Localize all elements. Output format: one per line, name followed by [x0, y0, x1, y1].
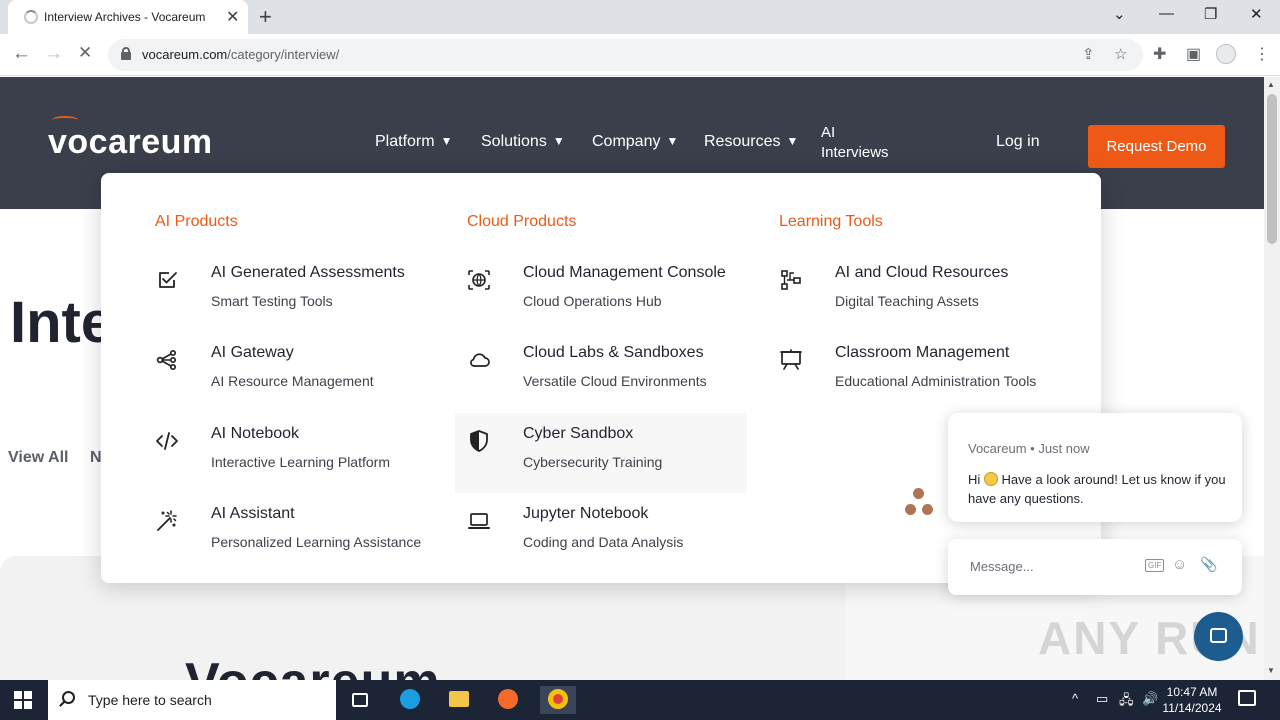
- page-title: Inte: [10, 290, 114, 355]
- card-logo-image: Vocareum: [185, 652, 441, 680]
- checkbox-icon: [159, 272, 177, 288]
- search-icon: [62, 691, 75, 704]
- browser-tab[interactable]: Interview Archives - Vocareum ✕: [8, 0, 248, 34]
- chevron-down-icon: ▼: [552, 134, 565, 148]
- chrome-icon[interactable]: [540, 686, 576, 714]
- menu-item-ai-notebook[interactable]: AI Notebook Interactive Learning Platfor…: [155, 421, 447, 501]
- menu-item-cloud-labs-sandboxes[interactable]: Cloud Labs & Sandboxes Versatile Cloud E…: [467, 340, 759, 420]
- side-panel-icon[interactable]: ▣: [1186, 44, 1201, 64]
- windows-taskbar: Type here to search ^ ▭ 🖧 🔊 10:47 AM 11/…: [0, 680, 1280, 720]
- volume-icon[interactable]: 🔊: [1142, 691, 1158, 707]
- menu-item-jupyter-notebook[interactable]: Jupyter Notebook Coding and Data Analysi…: [467, 501, 759, 581]
- nav-ai-interviews[interactable]: AI Interviews: [821, 123, 901, 163]
- power-icon[interactable]: ▭: [1096, 691, 1108, 707]
- address-bar[interactable]: vocareum.com/category/interview/ ⇪ ☆: [108, 39, 1143, 71]
- column-heading-learning-tools: Learning Tools: [779, 213, 883, 230]
- menu-item-cloud-management-console[interactable]: Cloud Management Console Cloud Operation…: [467, 260, 759, 340]
- avatar: [920, 502, 935, 517]
- edge-browser-icon[interactable]: [392, 686, 428, 714]
- windows-start-icon[interactable]: [14, 691, 32, 709]
- nav-platform[interactable]: Platform ▼: [375, 133, 452, 151]
- platform-mega-menu: AI Products AI Generated Assessments Sma…: [101, 173, 1101, 583]
- loading-spinner-icon: [24, 10, 38, 24]
- avatar: [903, 502, 918, 517]
- filter-view-all[interactable]: View All: [8, 449, 68, 467]
- scroll-down-icon[interactable]: ▼: [1267, 666, 1275, 675]
- minimize-button[interactable]: —: [1159, 5, 1174, 22]
- taskbar-clock[interactable]: 10:47 AM 11/14/2024: [1160, 684, 1224, 716]
- lock-icon[interactable]: [121, 47, 131, 60]
- network-globe-icon: [468, 270, 490, 290]
- chat-message-bubble[interactable]: Vocareum • Just now Hi Have a look aroun…: [948, 413, 1242, 522]
- webpage: vocareum Platform ▼ Solutions ▼ Company ▼ R…: [0, 77, 1264, 680]
- column-heading-ai-products: AI Products: [155, 213, 238, 230]
- forward-button[interactable]: →: [44, 43, 63, 65]
- chevron-down-icon: ▼: [440, 134, 453, 148]
- profile-avatar-icon[interactable]: [1216, 44, 1236, 64]
- tray-chevron-icon[interactable]: ^: [1072, 691, 1078, 706]
- nav-resources[interactable]: Resources ▼: [704, 133, 798, 151]
- avatar: [911, 486, 926, 501]
- presentation-board-icon: [780, 349, 802, 370]
- browser-toolbar: ← → ✕ vocareum.com/category/interview/ ⇪…: [0, 34, 1280, 76]
- close-window-button[interactable]: ✕: [1250, 5, 1263, 23]
- network-icon[interactable]: 🖧: [1119, 691, 1134, 713]
- resources-icon: [781, 270, 801, 290]
- tab-title: Interview Archives - Vocareum: [44, 10, 206, 24]
- chat-meta: Vocareum • Just now: [968, 441, 1090, 456]
- chat-input-placeholder: Message...: [970, 559, 1034, 574]
- shield-icon: [470, 430, 488, 452]
- filter-next[interactable]: N: [90, 449, 102, 467]
- chat-icon: [1210, 628, 1227, 643]
- file-explorer-icon[interactable]: [441, 686, 477, 714]
- browser-tab-strip: Interview Archives - Vocareum ✕ + ⌄ — ❐ …: [0, 0, 1280, 34]
- attachment-icon[interactable]: 📎: [1200, 556, 1217, 573]
- menu-item-cyber-sandbox[interactable]: Cyber Sandbox Cybersecurity Training: [455, 413, 747, 493]
- menu-item-ai-gateway[interactable]: AI Gateway AI Resource Management: [155, 340, 447, 420]
- vocareum-logo[interactable]: vocareum: [48, 116, 213, 162]
- share-nodes-icon: [156, 349, 177, 371]
- restore-button[interactable]: ❐: [1204, 5, 1217, 23]
- cloud-icon: [470, 353, 490, 367]
- notification-center-icon[interactable]: [1238, 690, 1256, 706]
- chat-team-avatars: [901, 486, 937, 522]
- browser-menu-icon[interactable]: ⋮: [1254, 44, 1270, 64]
- scrollbar-thumb[interactable]: [1267, 94, 1277, 244]
- tab-search-icon[interactable]: ⌄: [1113, 5, 1126, 23]
- task-view-icon[interactable]: [342, 686, 378, 714]
- menu-item-ai-assistant[interactable]: AI Assistant Personalized Learning Assis…: [155, 501, 447, 581]
- smiley-emoji-icon: [983, 472, 998, 486]
- magic-wand-icon: [157, 510, 177, 531]
- nav-solutions[interactable]: Solutions ▼: [481, 133, 565, 151]
- request-demo-button[interactable]: Request Demo: [1088, 125, 1225, 168]
- menu-item-ai-and-cloud-resources[interactable]: AI and Cloud Resources Digital Teaching …: [779, 260, 1071, 340]
- back-button[interactable]: ←: [12, 43, 31, 65]
- laptop-icon: [468, 513, 490, 529]
- chat-message-input[interactable]: Message... GIF ☺ 📎: [948, 539, 1242, 595]
- menu-item-ai-generated-assessments[interactable]: AI Generated Assessments Smart Testing T…: [155, 260, 447, 340]
- emoji-picker-icon[interactable]: ☺: [1172, 556, 1187, 573]
- tab-close-icon[interactable]: ✕: [226, 7, 239, 27]
- gif-icon[interactable]: GIF: [1145, 559, 1165, 572]
- chevron-down-icon: ▼: [666, 134, 679, 148]
- taskbar-search-placeholder: Type here to search: [88, 692, 212, 708]
- chat-message-text: Hi Have a look around! Let us know if yo…: [968, 472, 1226, 506]
- column-heading-cloud-products: Cloud Products: [467, 213, 577, 230]
- chat-launcher-button[interactable]: [1194, 612, 1243, 661]
- code-icon: [156, 432, 178, 450]
- extensions-puzzle-icon[interactable]: ✚: [1153, 44, 1166, 64]
- firefox-icon[interactable]: [490, 686, 526, 714]
- taskbar-search-box[interactable]: Type here to search: [48, 680, 336, 720]
- nav-company[interactable]: Company ▼: [592, 133, 678, 151]
- share-icon[interactable]: ⇪: [1082, 45, 1095, 63]
- logo-accent-icon: [52, 116, 78, 124]
- scroll-up-icon[interactable]: ▲: [1267, 80, 1275, 89]
- new-tab-button[interactable]: +: [259, 4, 272, 30]
- stop-loading-button[interactable]: ✕: [78, 43, 92, 63]
- chevron-down-icon: ▼: [786, 134, 799, 148]
- bookmark-star-icon[interactable]: ☆: [1114, 45, 1127, 63]
- menu-item-classroom-management[interactable]: Classroom Management Educational Adminis…: [779, 340, 1071, 420]
- url-text[interactable]: vocareum.com/category/interview/: [142, 47, 339, 62]
- login-link[interactable]: Log in: [996, 133, 1040, 151]
